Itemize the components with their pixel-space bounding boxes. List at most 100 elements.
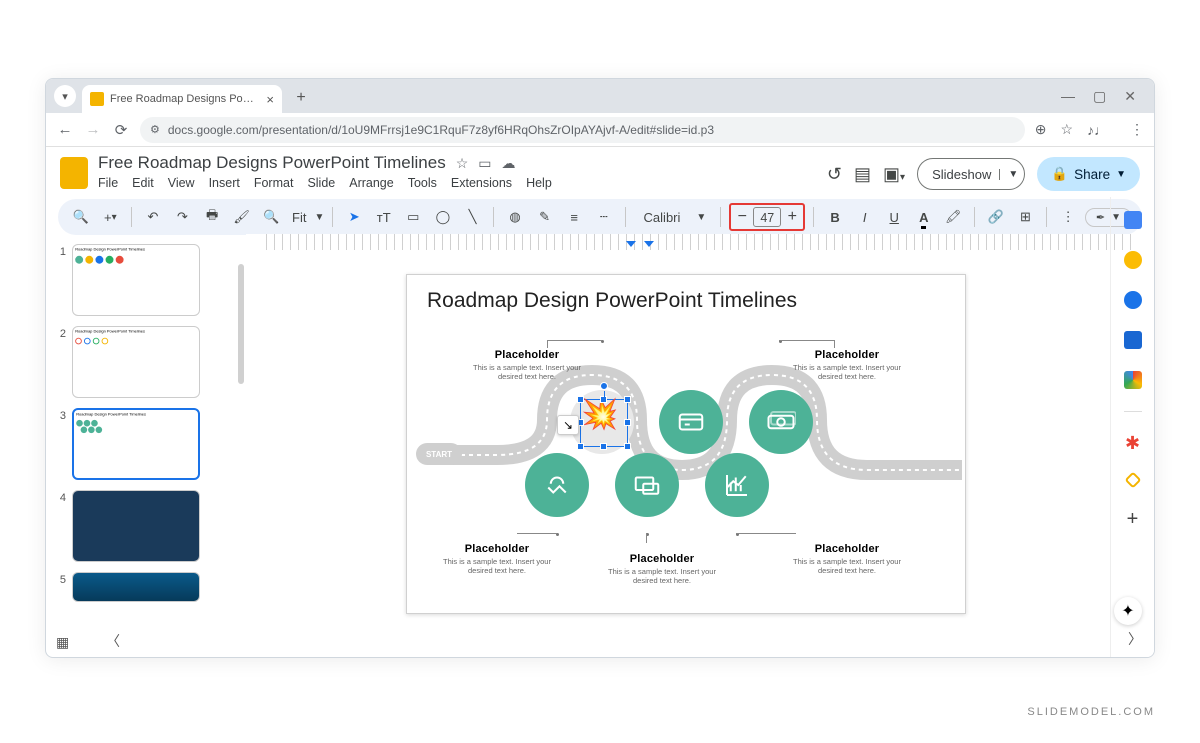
zoom-tool-icon[interactable]: 🔍 (258, 204, 284, 230)
grid-view-button[interactable]: ▦ (56, 634, 69, 651)
textbox-tool-icon[interactable]: ᴛT (371, 204, 397, 230)
contacts-icon[interactable] (1124, 331, 1142, 349)
line-tool-icon[interactable]: ╲ (460, 204, 486, 230)
slide-thumbnail-4[interactable] (72, 490, 200, 562)
share-button[interactable]: 🔒 Share ▼ (1037, 157, 1140, 191)
tab-search-button[interactable]: ▾ (54, 85, 76, 107)
slide-thumbnail-1[interactable]: Roadmap Design PowerPoint Timelines (72, 244, 200, 316)
border-weight-icon[interactable]: ≡ (561, 204, 587, 230)
zoom-dropdown-icon[interactable]: ▼ (314, 212, 324, 223)
roadmap-node-5[interactable] (615, 453, 679, 517)
placeholder-text-3[interactable]: Placeholder This is a sample text. Inser… (437, 543, 557, 575)
chrome-menu-icon[interactable]: ⋮ (1130, 121, 1144, 138)
maximize-button[interactable]: ▢ (1093, 88, 1106, 105)
address-bar[interactable]: ⚙ docs.google.com/presentation/d/1oU9MFr… (140, 117, 1025, 143)
image-tool-icon[interactable]: ▭ (401, 204, 427, 230)
more-options-button[interactable]: ⋮ (1055, 204, 1081, 230)
font-size-input[interactable]: 47 (753, 207, 781, 227)
menu-format[interactable]: Format (254, 176, 294, 190)
text-color-button[interactable]: A (911, 204, 937, 230)
redo-button[interactable]: ↷ (170, 204, 196, 230)
slides-logo-icon[interactable] (60, 157, 88, 189)
calendar-icon[interactable] (1124, 211, 1142, 229)
menu-edit[interactable]: Edit (132, 176, 154, 190)
new-tab-button[interactable]: + (290, 87, 312, 109)
fill-color-icon[interactable]: ◍ (502, 204, 528, 230)
document-title[interactable]: Free Roadmap Designs PowerPoint Timeline… (98, 153, 446, 173)
minimize-button[interactable]: — (1061, 88, 1075, 105)
star-icon[interactable]: ☆ (456, 155, 469, 172)
floating-format-button[interactable]: ↘ (557, 415, 579, 435)
zoom-level[interactable]: Fit (288, 210, 310, 225)
select-tool-icon[interactable]: ➤ (341, 204, 367, 230)
slide-thumbnail-3-selected[interactable]: Roadmap Design PowerPoint Timelines (72, 408, 200, 480)
menu-insert[interactable]: Insert (209, 176, 240, 190)
close-window-button[interactable]: ✕ (1124, 88, 1136, 105)
bookmark-star-icon[interactable]: ☆ (1060, 121, 1073, 138)
site-info-icon[interactable]: ⚙ (150, 123, 160, 136)
slide-thumbnail-5[interactable] (72, 572, 200, 602)
menu-tools[interactable]: Tools (408, 176, 437, 190)
roadmap-node-3[interactable] (749, 390, 813, 454)
menu-arrange[interactable]: Arrange (349, 176, 393, 190)
roadmap-node-6[interactable] (705, 453, 769, 517)
browser-tab[interactable]: Free Roadmap Designs PowerP... × (82, 85, 282, 113)
menu-slide[interactable]: Slide (307, 176, 335, 190)
search-menus-icon[interactable]: 🔍 (68, 204, 94, 230)
placeholder-text-5[interactable]: Placeholder This is a sample text. Inser… (787, 543, 907, 575)
border-dash-icon[interactable]: ┄ (591, 204, 617, 230)
bold-button[interactable]: B (822, 204, 848, 230)
get-addons-button[interactable]: + (1127, 508, 1139, 531)
addon-icon-2[interactable] (1124, 472, 1141, 489)
roadmap-node-4[interactable] (525, 453, 589, 517)
watermark-text: SLIDEMODEL.COM (1027, 706, 1155, 718)
slideshow-dropdown-icon[interactable]: ▼ (999, 169, 1018, 180)
insert-comment-button[interactable]: ⊞ (1013, 204, 1039, 230)
highlight-color-button[interactable]: 🖍 (941, 204, 967, 230)
prev-slide-button[interactable]: 〈 (106, 631, 120, 651)
menu-file[interactable]: File (98, 176, 118, 190)
print-button[interactable]: 🖶 (199, 204, 225, 230)
placeholder-text-2[interactable]: Placeholder This is a sample text. Inser… (787, 349, 907, 381)
font-family-selector[interactable]: Calibri ▼ (634, 210, 713, 225)
tab-close-icon[interactable]: × (266, 92, 274, 107)
menu-extensions[interactable]: Extensions (451, 176, 512, 190)
slide-thumbnail-2[interactable]: Roadmap Design PowerPoint Timelines (72, 326, 200, 398)
zoom-indicator-icon[interactable]: ⊕ (1035, 121, 1047, 138)
roadmap-node-2[interactable] (659, 390, 723, 454)
reload-button[interactable]: ⟳ (112, 121, 130, 139)
start-badge: START (416, 443, 462, 465)
placeholder-text-4[interactable]: Placeholder This is a sample text. Inser… (602, 553, 722, 585)
slideshow-button[interactable]: Slideshow ▼ (917, 158, 1025, 190)
insert-link-button[interactable]: 🔗 (983, 204, 1009, 230)
history-icon[interactable]: ↺ (827, 164, 842, 185)
placeholder-text-1[interactable]: Placeholder This is a sample text. Inser… (467, 349, 587, 381)
ruler-indent-markers[interactable] (626, 234, 656, 248)
comments-icon[interactable]: ▤ (854, 164, 871, 185)
forward-button[interactable]: → (84, 121, 102, 138)
tasks-icon[interactable] (1124, 291, 1142, 309)
font-size-decrease-button[interactable]: − (731, 208, 753, 226)
underline-button[interactable]: U (881, 204, 907, 230)
border-color-icon[interactable]: ✎ (532, 204, 558, 230)
undo-button[interactable]: ↶ (140, 204, 166, 230)
share-dropdown-icon[interactable]: ▼ (1116, 169, 1126, 180)
shape-tool-icon[interactable]: ◯ (430, 204, 456, 230)
addon-icon[interactable]: ✱ (1124, 434, 1142, 452)
selected-shape-explosion[interactable]: 💥 (580, 399, 628, 447)
slide-canvas[interactable]: Roadmap Design PowerPoint Timelines STAR… (406, 274, 966, 614)
filmstrip-scrollbar[interactable] (238, 264, 244, 384)
maps-icon[interactable] (1124, 371, 1142, 389)
paint-format-button[interactable]: 🖌 (229, 204, 255, 230)
italic-button[interactable]: I (852, 204, 878, 230)
keep-icon[interactable] (1124, 251, 1142, 269)
back-button[interactable]: ← (56, 121, 74, 138)
new-slide-button[interactable]: +▾ (98, 204, 124, 230)
menu-help[interactable]: Help (526, 176, 552, 190)
menu-view[interactable]: View (168, 176, 195, 190)
meet-camera-icon[interactable]: ▣▾ (883, 164, 905, 185)
move-folder-icon[interactable]: ▭ (478, 155, 491, 172)
rotation-handle[interactable] (600, 382, 608, 390)
font-size-increase-button[interactable]: + (781, 208, 803, 226)
media-control-icon[interactable]: ♪♩ (1087, 122, 1108, 138)
